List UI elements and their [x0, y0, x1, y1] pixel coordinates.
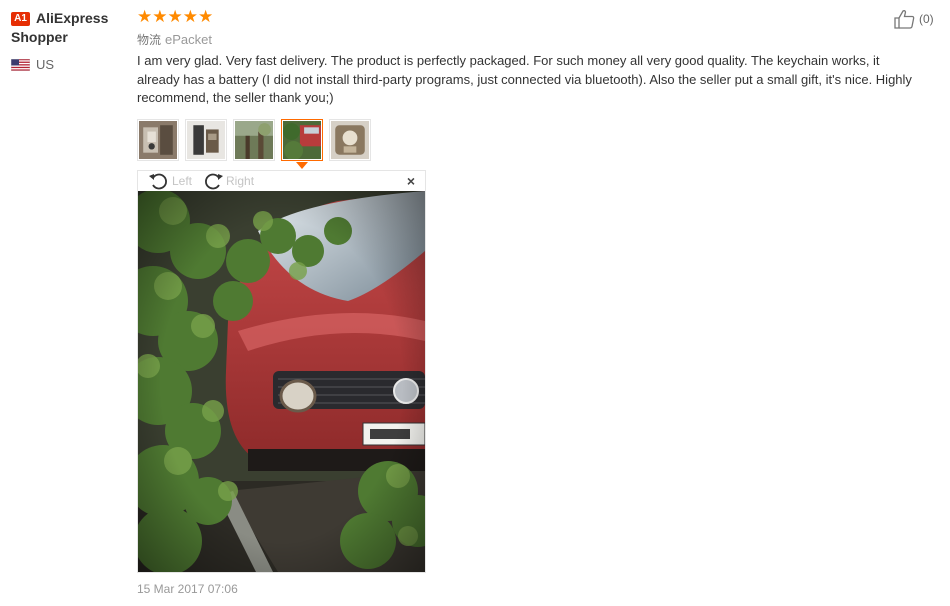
- photo-viewer: Left Right ×: [137, 170, 426, 573]
- reviewer-country: US: [11, 57, 131, 72]
- rotate-right-button[interactable]: Right: [202, 172, 254, 190]
- helpful-button[interactable]: (0): [893, 9, 934, 29]
- reviewer-info: A1 AliExpress Shopper US: [11, 9, 131, 72]
- close-icon[interactable]: ×: [407, 173, 415, 189]
- review-body: ★★★★★ 物流 ePacket I am very glad. Very fas…: [137, 8, 927, 108]
- helpful-count: (0): [919, 12, 934, 26]
- logistics-label: 物流: [137, 33, 162, 47]
- rotate-left-icon: [149, 173, 167, 190]
- rotate-left-button[interactable]: Left: [148, 172, 192, 190]
- star-icon: ★: [137, 7, 153, 26]
- star-icon: ★: [167, 7, 183, 26]
- photo-thumbnail-selected[interactable]: [281, 119, 323, 169]
- rotate-right-label: Right: [226, 174, 255, 188]
- thumbnail-image: [187, 121, 225, 159]
- photo-thumbnail[interactable]: [137, 119, 179, 161]
- rotate-left-label: Left: [172, 174, 193, 188]
- star-icon: ★: [198, 7, 214, 26]
- photo-thumbnail[interactable]: [185, 119, 227, 161]
- thumbnail-image: [235, 121, 273, 159]
- logistics-info: 物流 ePacket: [137, 32, 927, 48]
- logistics-value: ePacket: [165, 32, 212, 47]
- star-rating: ★★★★★: [137, 8, 927, 26]
- photo-thumbnail[interactable]: [233, 119, 275, 161]
- review-photo-thumbnails: [137, 119, 371, 169]
- review-text: I am very glad. Very fast delivery. The …: [137, 53, 912, 105]
- country-code: US: [36, 57, 55, 72]
- star-icon: ★: [182, 7, 198, 26]
- rotate-right-icon: [205, 173, 224, 190]
- photo-viewer-toolbar: Left Right ×: [138, 171, 425, 191]
- thumbnail-image: [283, 121, 321, 161]
- buyer-level-badge: A1: [11, 12, 30, 26]
- thumbs-up-icon: [894, 10, 915, 29]
- reviewer-name-row: A1 AliExpress Shopper: [11, 9, 131, 47]
- thumbnail-image: [331, 121, 369, 159]
- thumbnail-image: [139, 121, 177, 159]
- photo-thumbnail[interactable]: [329, 119, 371, 161]
- review-date: 15 Mar 2017 07:06: [137, 582, 238, 596]
- review-photo-large: [138, 191, 425, 572]
- us-flag-icon: [11, 58, 30, 71]
- star-icon: ★: [152, 7, 168, 26]
